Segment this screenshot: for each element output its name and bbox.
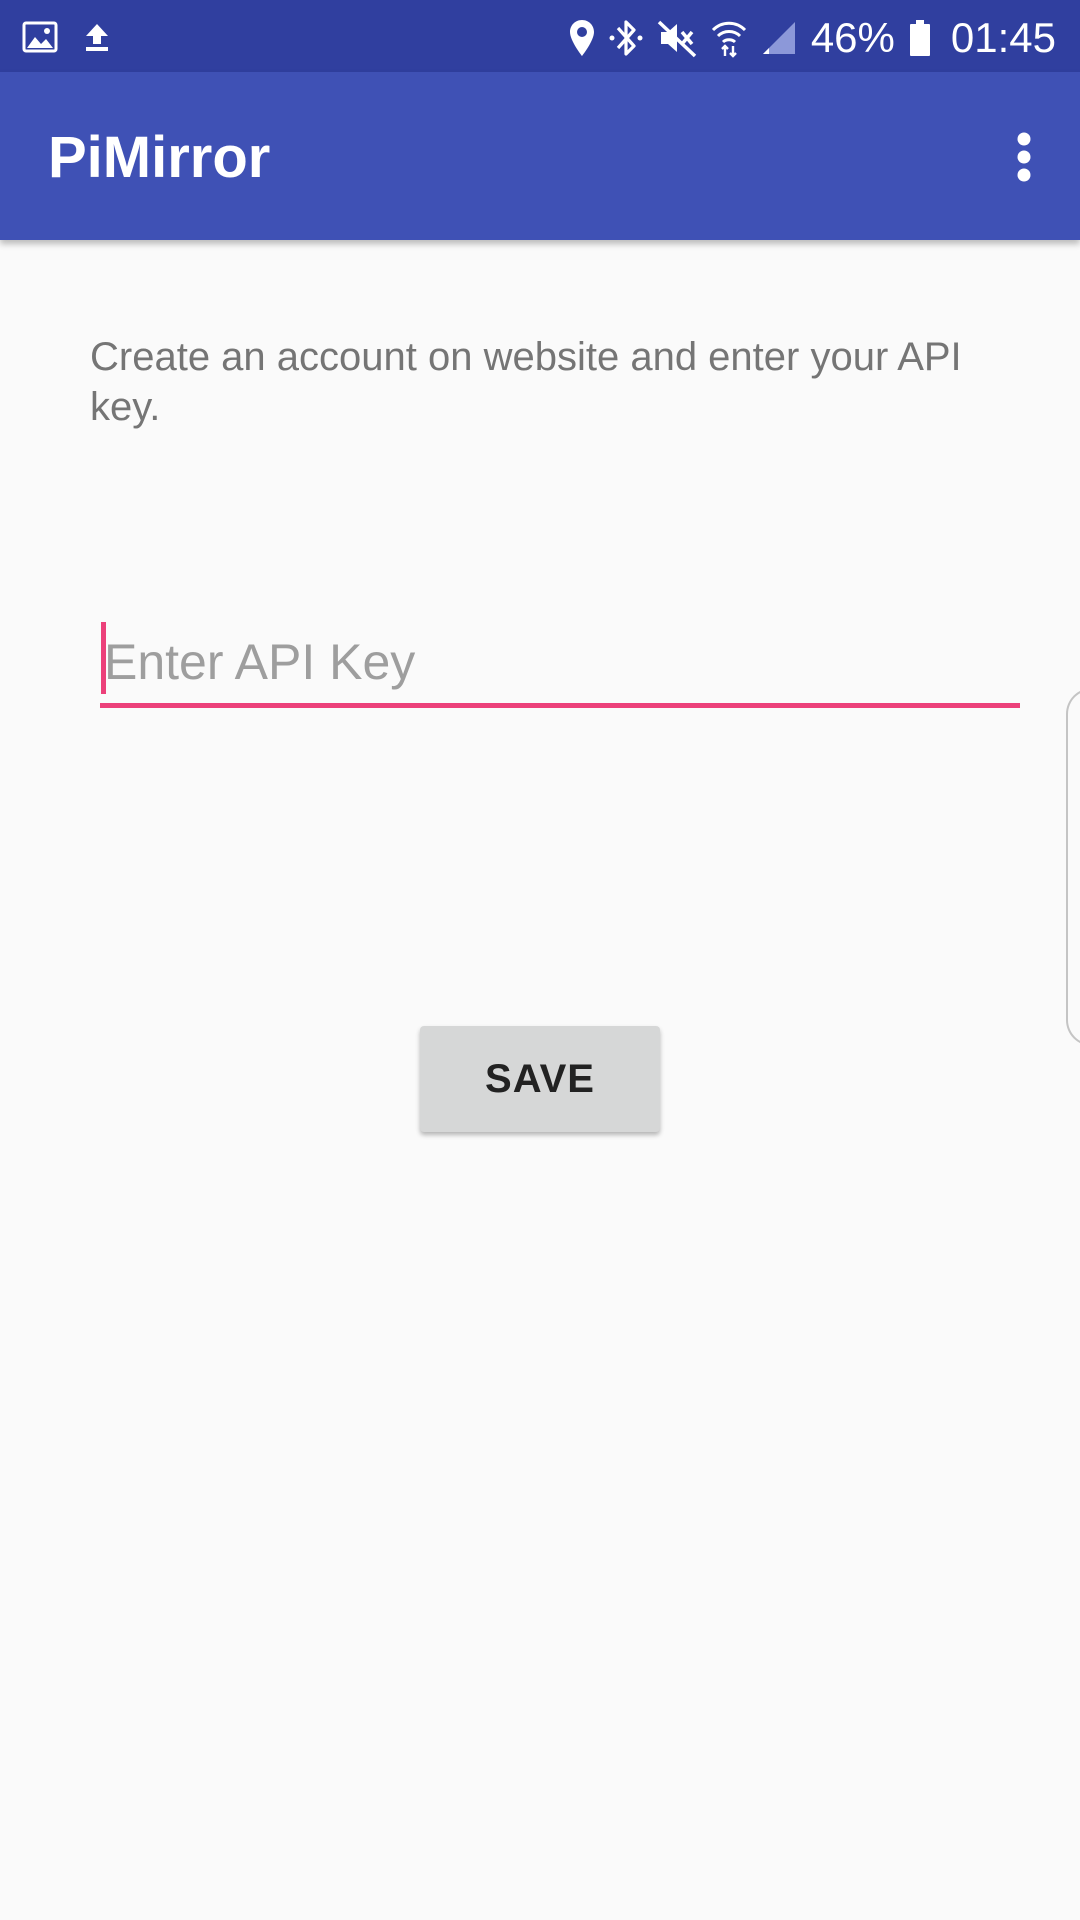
wifi-icon [711, 18, 747, 58]
api-key-input[interactable] [100, 620, 1020, 708]
status-bar: 46% 01:45 [0, 0, 1080, 72]
instructions-text: Create an account on website and enter y… [90, 335, 962, 429]
battery-percent: 46% [810, 14, 895, 61]
app-bar: PiMirror [0, 72, 1080, 240]
bluetooth-icon [609, 18, 643, 58]
notification-icons [22, 18, 110, 56]
main-content: Create an account on website and enter y… [0, 240, 1080, 1920]
system-indicators: 46% 01:45 [569, 10, 1056, 66]
app-title: PiMirror [48, 125, 271, 190]
upload-icon [84, 22, 110, 52]
gallery-icon [22, 21, 58, 53]
text-cursor [101, 622, 106, 694]
signal-icon [761, 20, 797, 56]
more-vert-icon[interactable] [996, 122, 1052, 192]
edge-panel-handle[interactable] [1066, 688, 1080, 1046]
mute-icon [657, 18, 697, 58]
clock: 01:45 [950, 14, 1056, 61]
location-icon [569, 19, 595, 57]
save-button[interactable]: SAVE [420, 1026, 660, 1132]
battery-icon [909, 19, 931, 57]
